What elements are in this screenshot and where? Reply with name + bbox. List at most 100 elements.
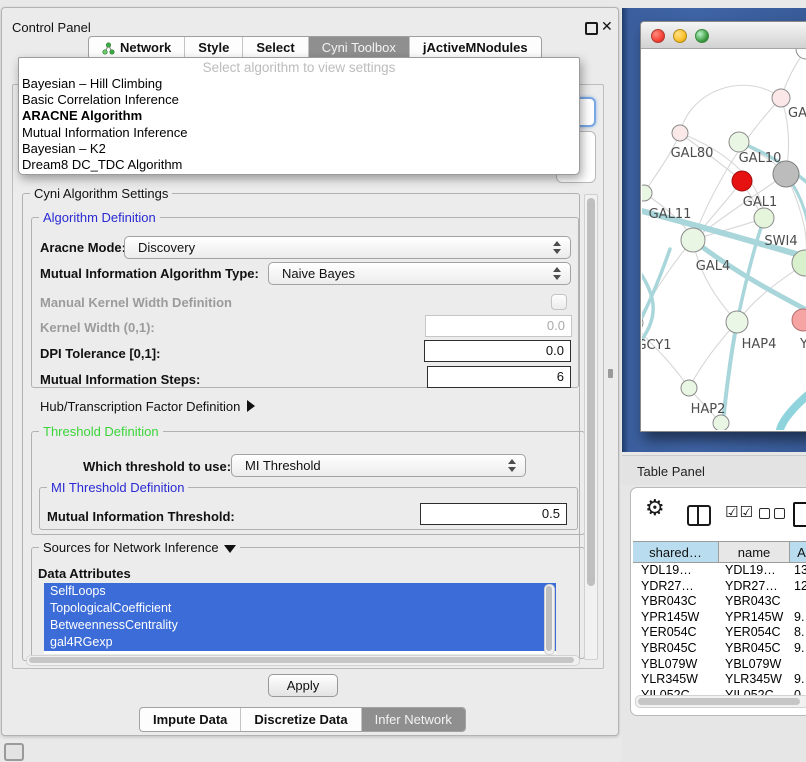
- table-row[interactable]: YDL19…YDL19…13: [633, 563, 806, 579]
- table-cell: 13: [794, 563, 806, 579]
- hub-definition-label: Hub/Transcription Factor Definition: [40, 399, 240, 414]
- attributes-scrollbar[interactable]: [544, 584, 555, 655]
- mi-type-select[interactable]: Naive Bayes: [268, 262, 571, 285]
- table-settings-gear-icon[interactable]: ⚙: [645, 498, 665, 520]
- kernel-width-label: Kernel Width (0,1):: [40, 320, 155, 335]
- node-gal10[interactable]: [729, 132, 749, 152]
- network-window-titlebar[interactable]: [641, 22, 806, 49]
- manual-kernel-checkbox[interactable]: [551, 294, 567, 310]
- attribute-list-item[interactable]: gal4RGexp: [44, 634, 556, 651]
- node-gal-pink[interactable]: [772, 89, 790, 107]
- tab-jactivemnodules[interactable]: jActiveMNodules: [409, 37, 541, 59]
- node-hap4[interactable]: [726, 311, 748, 333]
- label-gal4: GAL4: [696, 259, 730, 274]
- algorithm-option[interactable]: Dream8 DC_TDC Algorithm: [19, 157, 579, 173]
- algorithm-option[interactable]: Bayesian – Hill Climbing: [19, 76, 579, 92]
- table-cell: 0.: [794, 688, 804, 695]
- algorithm-placeholder: Select algorithm to view settings: [19, 59, 579, 76]
- label-gal10: GAL10: [739, 151, 782, 166]
- group-threshold-title: Threshold Definition: [39, 424, 163, 439]
- settings-vscrollbar[interactable]: [584, 194, 598, 660]
- data-attributes-list[interactable]: SelfLoopsTopologicalCoefficientBetweenne…: [44, 583, 556, 654]
- table-row[interactable]: YBR043CYBR043C: [633, 594, 806, 610]
- minimized-panel-icon[interactable]: [4, 743, 24, 761]
- attribute-list-item[interactable]: TopologicalCoefficient: [44, 600, 556, 617]
- which-threshold-value: MI Threshold: [245, 458, 321, 473]
- table-row[interactable]: YPR145WYPR145W9.: [633, 610, 806, 626]
- tab-select[interactable]: Select: [242, 37, 307, 59]
- attribute-list-item[interactable]: BetweennessCentrality: [44, 617, 556, 634]
- mi-steps-input[interactable]: 6: [427, 366, 571, 388]
- deselect-all-columns-icon[interactable]: [759, 508, 785, 519]
- column-header-shared-name[interactable]: shared…: [633, 541, 719, 563]
- close-panel-icon[interactable]: ✕: [601, 18, 613, 35]
- group-algdef-title: Algorithm Definition: [39, 210, 160, 225]
- mi-threshold-label: Mutual Information Threshold:: [47, 509, 235, 524]
- node-top-partial[interactable]: [796, 49, 806, 59]
- label-swi4: SWI4: [764, 234, 797, 249]
- algorithm-option[interactable]: ARACNE Algorithm: [19, 108, 579, 124]
- table-cell: YDR27…: [725, 579, 778, 595]
- minimize-window-icon[interactable]: [673, 29, 687, 43]
- algorithm-option[interactable]: Mutual Information Inference: [19, 125, 579, 141]
- aracne-mode-value: Discovery: [138, 240, 195, 255]
- table-row[interactable]: YIL052CYIL052C0.: [633, 688, 806, 695]
- tab-discretize-data[interactable]: Discretize Data: [240, 708, 360, 731]
- node-gal1[interactable]: [754, 208, 774, 228]
- zoom-window-icon[interactable]: [695, 29, 709, 43]
- manual-kernel-label: Manual Kernel Width Definition: [40, 295, 232, 310]
- column-header-name[interactable]: name: [719, 541, 790, 563]
- table-cell: YER054C: [641, 625, 697, 641]
- network-view-window[interactable]: GAL GAL80 GAL10 GAL1 GAL11 SWI4 GAL4 GCY…: [640, 21, 806, 432]
- which-threshold-select[interactable]: MI Threshold: [231, 454, 526, 477]
- table-cell: 9.: [794, 672, 804, 688]
- label-y-partial: Y: [799, 337, 806, 352]
- table-cell: YLR345W: [641, 672, 698, 688]
- table-hscrollbar[interactable]: [635, 695, 806, 708]
- tab-infer-network[interactable]: Infer Network: [361, 708, 465, 731]
- tab-cyni-toolbox[interactable]: Cyni Toolbox: [308, 37, 409, 59]
- label-gal80: GAL80: [671, 146, 714, 161]
- apply-button[interactable]: Apply: [268, 674, 338, 697]
- table-row[interactable]: YDR27…YDR27…12: [633, 579, 806, 595]
- node-gal80[interactable]: [672, 125, 688, 141]
- column-layout-icon[interactable]: [687, 505, 711, 526]
- node-red-selected[interactable]: [732, 171, 752, 191]
- node-bottom-partial[interactable]: [713, 415, 729, 430]
- settings-hscrollbar[interactable]: [26, 655, 580, 666]
- dpi-tolerance-input[interactable]: 0.0: [424, 340, 571, 362]
- table-row[interactable]: YBL079WYBL079W: [633, 657, 806, 673]
- table-cell: YDR27…: [641, 579, 694, 595]
- float-window-icon[interactable]: [585, 22, 598, 35]
- node-gal4[interactable]: [681, 228, 705, 252]
- table-row[interactable]: YBR045CYBR045C9.: [633, 641, 806, 657]
- select-all-columns-icon[interactable]: ☑☑: [725, 505, 754, 520]
- mi-threshold-input[interactable]: 0.5: [420, 503, 567, 525]
- column-header-partial[interactable]: A: [790, 541, 806, 563]
- tab-impute-data[interactable]: Impute Data: [140, 708, 240, 731]
- panel-splitter-handle[interactable]: [608, 369, 613, 378]
- table-cell: YBR045C: [641, 641, 697, 657]
- tab-style[interactable]: Style: [184, 37, 242, 59]
- table-row[interactable]: YER054CYER054C8.: [633, 625, 806, 641]
- algorithm-option[interactable]: Bayesian – K2: [19, 141, 579, 157]
- hub-definition-toggle[interactable]: Hub/Transcription Factor Definition: [40, 399, 255, 414]
- table-cell: YBR043C: [725, 594, 781, 610]
- table-cell: YIL052C: [641, 688, 690, 695]
- network-canvas[interactable]: GAL GAL80 GAL10 GAL1 GAL11 SWI4 GAL4 GCY…: [642, 49, 806, 430]
- tab-cyni-toolbox-label: Cyni Toolbox: [322, 37, 396, 59]
- sources-collapse-toggle[interactable]: Sources for Network Inference: [39, 540, 240, 555]
- export-table-icon[interactable]: [793, 502, 806, 527]
- node-salmon-partial[interactable]: [792, 309, 806, 331]
- table-cell: YPR145W: [641, 610, 699, 626]
- algorithm-option[interactable]: Basic Correlation Inference: [19, 92, 579, 108]
- table-row[interactable]: YLR345WYLR345W9.: [633, 672, 806, 688]
- tab-network[interactable]: Network: [89, 37, 184, 59]
- node-gal11[interactable]: [642, 185, 652, 201]
- close-window-icon[interactable]: [651, 29, 665, 43]
- attribute-list-item[interactable]: SelfLoops: [44, 583, 556, 600]
- aracne-mode-select[interactable]: Discovery: [124, 236, 571, 259]
- kernel-width-input[interactable]: 0.0: [425, 315, 572, 337]
- tab-discretize-label: Discretize Data: [254, 709, 347, 731]
- node-hap2[interactable]: [681, 380, 697, 396]
